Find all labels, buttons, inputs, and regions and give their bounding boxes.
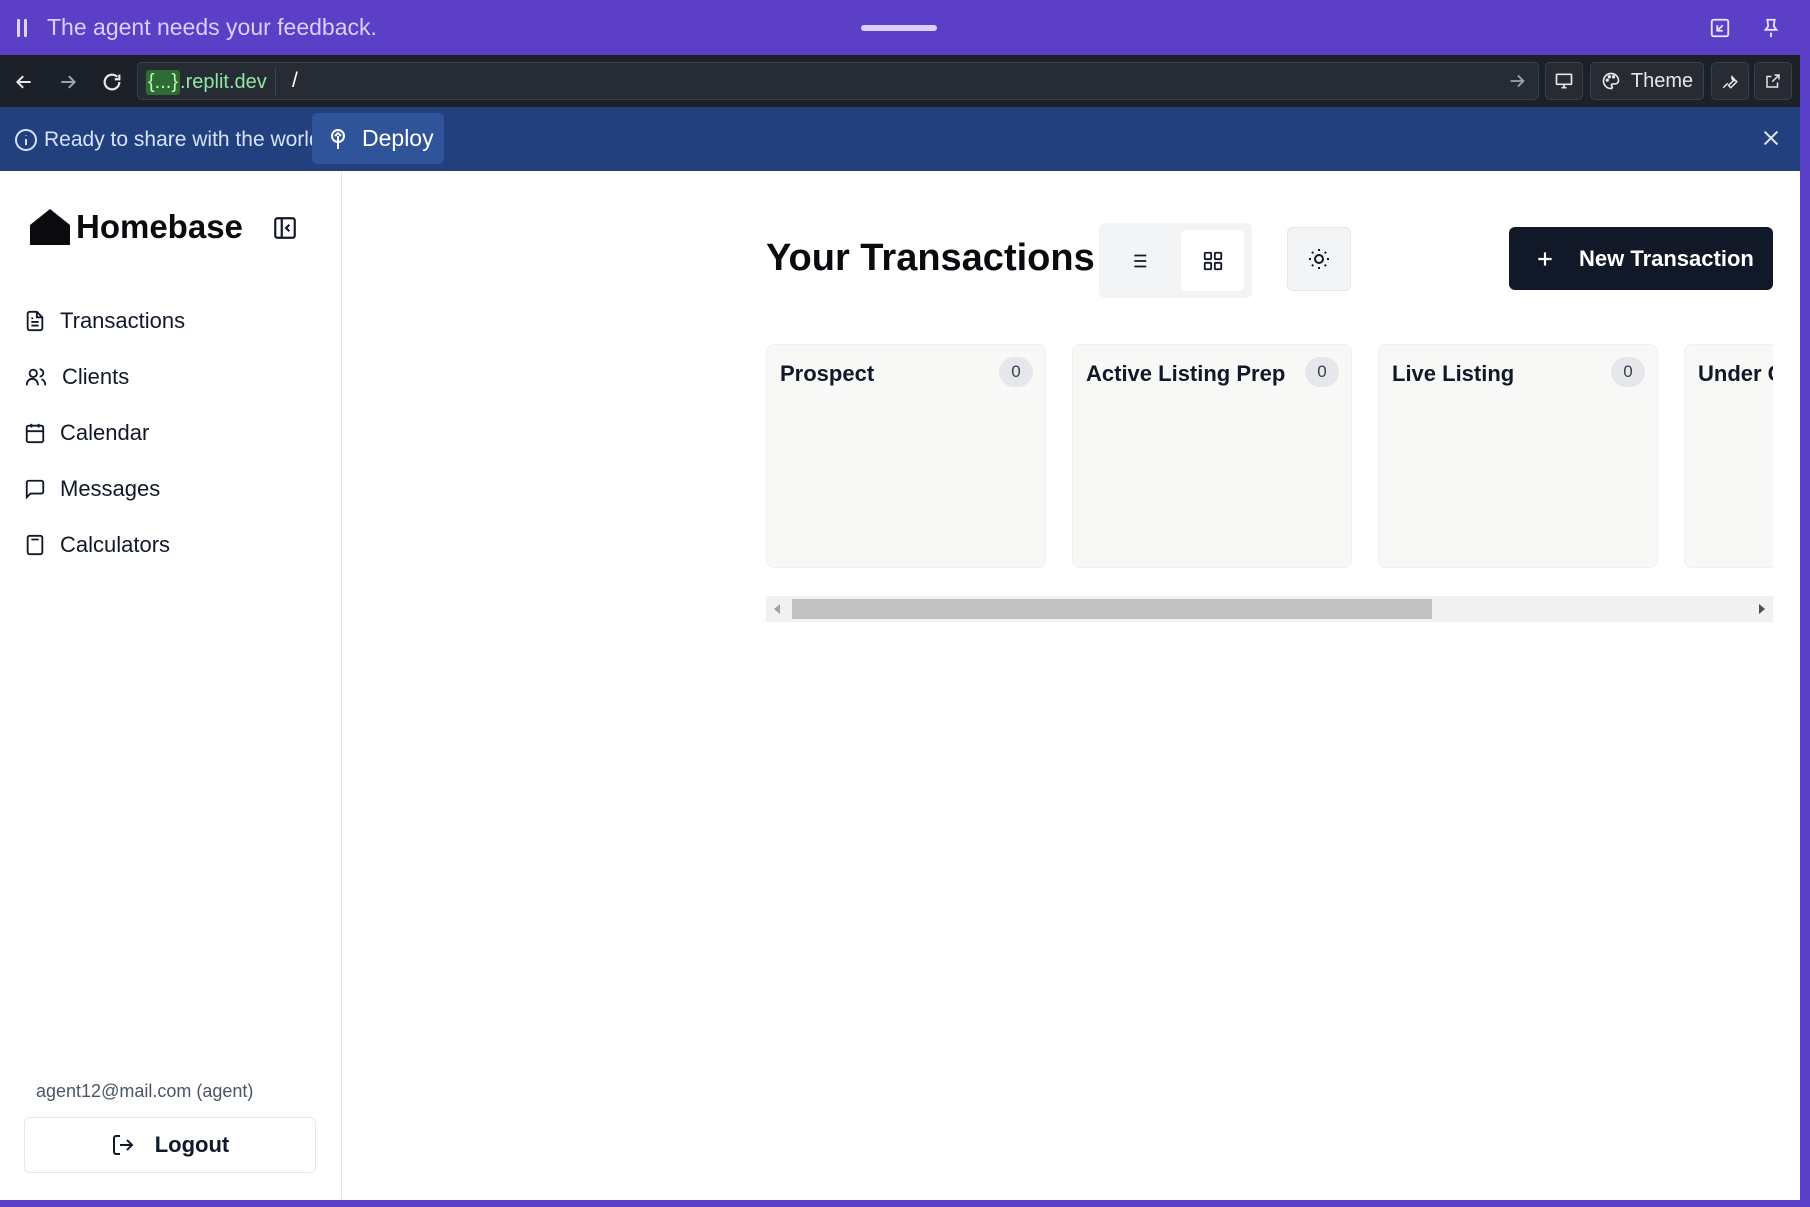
theme-toggle-button[interactable] (1287, 227, 1351, 291)
sidebar-item-clients[interactable]: Clients (24, 349, 324, 405)
logout-label: Logout (154, 1132, 230, 1157)
info-icon (15, 129, 37, 151)
app-content: Homebase Transactions Clients Calendar M… (0, 171, 1800, 1200)
horizontal-scrollbar[interactable] (766, 596, 1773, 622)
sidebar-nav: Transactions Clients Calendar Messages C… (24, 293, 324, 573)
close-icon[interactable] (1760, 127, 1782, 149)
sidebar-item-calendar[interactable]: Calendar (24, 405, 324, 461)
message-square-icon (25, 479, 45, 500)
open-new-tab-button[interactable] (1754, 62, 1792, 100)
column-live-listing: Live Listing 0 (1378, 344, 1658, 568)
calendar-icon (25, 423, 45, 444)
browser-toolbar: {...} .replit.dev / Theme (0, 55, 1800, 107)
url-domain: {...} .replit.dev (146, 68, 276, 96)
deploy-icon (331, 128, 345, 149)
monitor-icon (1555, 73, 1573, 89)
calculator-icon (26, 534, 44, 556)
column-title: Under C (1698, 361, 1773, 386)
grid-icon (1203, 251, 1222, 270)
go-arrow-icon[interactable] (1506, 70, 1528, 92)
column-under-contract: Under C (1684, 344, 1773, 568)
view-toggle (1099, 223, 1252, 298)
kanban-board: Prospect 0 Active Listing Prep 0 Live Li… (766, 344, 1773, 570)
page-title: Your Transactions (766, 237, 1095, 279)
users-icon (25, 368, 47, 386)
file-text-icon (26, 310, 44, 332)
scroll-left-icon[interactable] (774, 604, 780, 614)
sidebar-item-label: Calculators (60, 532, 171, 557)
brand-name: Homebase (76, 208, 243, 245)
list-view-button[interactable] (1106, 230, 1169, 291)
list-icon (1129, 254, 1146, 267)
device-preview-button[interactable] (1545, 62, 1583, 100)
column-count-badge: 0 (999, 357, 1033, 387)
url-domain-highlight: {...} (146, 69, 181, 95)
theme-label: Theme (1630, 69, 1694, 92)
deploy-label: Deploy (362, 125, 434, 151)
url-domain-rest: .replit.dev (180, 70, 267, 93)
column-prospect: Prospect 0 (766, 344, 1046, 568)
sidebar-item-calculators[interactable]: Calculators (24, 517, 324, 573)
scrollbar-thumb[interactable] (792, 599, 1432, 619)
column-active-listing-prep: Active Listing Prep 0 (1072, 344, 1352, 568)
external-link-icon (1766, 74, 1780, 88)
logout-button[interactable]: Logout (24, 1117, 316, 1173)
home-icon (30, 209, 70, 245)
forward-icon[interactable] (53, 67, 83, 97)
sidebar-item-label: Calendar (60, 420, 150, 445)
deploy-button[interactable]: Deploy (312, 113, 444, 164)
new-transaction-button[interactable]: New Transaction (1509, 227, 1773, 290)
back-icon[interactable] (9, 67, 39, 97)
pin-icon[interactable] (1757, 14, 1785, 42)
sidebar-item-label: Clients (62, 364, 130, 389)
reload-icon[interactable] (97, 67, 127, 97)
pause-icon[interactable] (14, 17, 30, 39)
board-view-button[interactable] (1181, 230, 1244, 291)
url-path: / (292, 69, 298, 92)
devtools-button[interactable] (1711, 62, 1749, 100)
sidebar-item-messages[interactable]: Messages (24, 461, 324, 517)
agent-message: The agent needs your feedback. (47, 14, 377, 40)
url-input[interactable]: {...} .replit.dev / (137, 62, 1539, 100)
logout-icon (112, 1135, 134, 1155)
deploy-banner: Ready to share with the world? Deploy (0, 107, 1800, 171)
theme-button[interactable]: Theme (1590, 62, 1704, 100)
banner-text: Ready to share with the world? (44, 128, 333, 151)
column-title: Live Listing (1392, 361, 1515, 386)
palette-icon (1602, 72, 1620, 90)
wrench-icon (1722, 75, 1738, 89)
sun-icon (1309, 249, 1329, 269)
plus-icon (1538, 251, 1552, 266)
main-content: Your Transactions New Transaction Prospe… (342, 171, 1800, 1200)
sidebar-item-label: Transactions (60, 308, 186, 333)
brand-logo[interactable]: Homebase (30, 207, 243, 247)
sidebar-item-transactions[interactable]: Transactions (24, 293, 324, 349)
column-count-badge: 0 (1611, 357, 1645, 387)
column-count-badge: 0 (1305, 357, 1339, 387)
column-title: Prospect (780, 361, 875, 386)
agent-feedback-bar: The agent needs your feedback. (0, 0, 1810, 55)
app-window: The agent needs your feedback. {...} .rep… (0, 0, 1810, 1207)
sidebar: Homebase Transactions Clients Calendar M… (0, 171, 342, 1200)
sidebar-item-label: Messages (60, 476, 161, 501)
user-email: agent12@mail.com (agent) (36, 1081, 254, 1101)
drag-handle[interactable] (861, 25, 937, 31)
scroll-right-icon[interactable] (1759, 604, 1765, 614)
new-transaction-label: New Transaction (1579, 245, 1754, 271)
collapse-sidebar-icon[interactable] (272, 215, 298, 241)
minimize-window-icon[interactable] (1706, 14, 1734, 42)
column-title: Active Listing Prep (1086, 361, 1286, 386)
